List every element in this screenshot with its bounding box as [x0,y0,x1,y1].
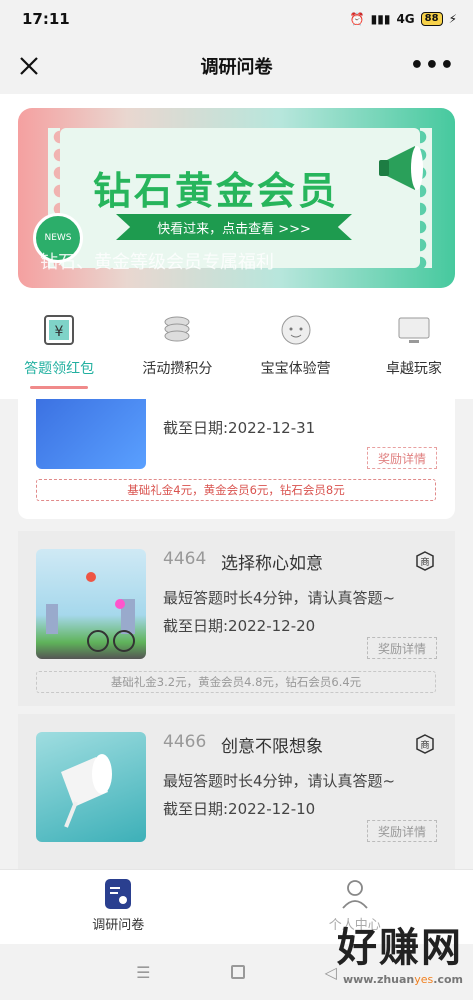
reward-detail-button[interactable]: 奖励详情 [367,637,437,659]
watermark-url: www.zhuanyes.com [342,973,463,986]
survey-card[interactable]: 截至日期:2022-12-31 奖励详情 基础礼金4元，黄金会员6元，钻石会员8… [18,399,455,519]
tab-label: 卓越玩家 [385,361,442,377]
survey-id: 4466 [163,732,207,752]
banner-ribbon: 快看过来，点击查看 >>> [116,214,352,240]
signal-icon: ▮▮▮ [370,12,391,26]
status-time: 17:11 [22,10,70,28]
tab-label: 活动攒积分 [142,361,213,377]
coins-icon [164,316,190,342]
tab-label: 答题领红包 [24,361,95,377]
banner-subtitle: 钻石、黄金等级会员专属福利 [40,252,274,273]
back-icon[interactable]: ◁ [325,963,337,982]
tab-baby-camp[interactable]: 宝宝体验营 [237,304,355,392]
banner-title: 钻石黄金会员 [93,169,340,213]
survey-deadline: 截至日期:2022-12-31 [163,419,316,437]
tab-activity-points[interactable]: 活动攒积分 [118,304,236,392]
home-icon[interactable] [230,965,245,979]
bottom-nav-label: 调研问卷 [92,918,145,933]
reward-detail-button[interactable]: 奖励详情 [367,447,437,469]
survey-card[interactable]: 4464 选择称心如意 商 最短答题时长4分钟，请认真答题~ 截至日期:2022… [18,531,455,706]
survey-thumbnail [36,732,146,842]
merchant-badge-icon: 商 [416,734,434,754]
network-type: 4G [396,12,415,26]
status-bar: 17:11 ⏰ ▮▮▮ 4G 88 ⚡ [0,0,473,38]
svg-text:商: 商 [420,556,429,568]
svg-text:商: 商 [420,739,429,751]
tab-indicator [30,386,89,389]
survey-title: 选择称心如意 [221,554,323,574]
baby-face-icon [281,315,311,345]
survey-id: 4464 [163,549,207,569]
merchant-badge-icon: 商 [416,551,434,571]
more-options-icon[interactable]: ••• [410,51,455,81]
tab-elite-player[interactable]: 卓越玩家 [355,304,473,392]
survey-thumbnail [36,399,146,469]
survey-deadline: 截至日期:2022-12-10 [163,800,316,818]
status-icons: ⏰ ▮▮▮ 4G 88 ⚡ [350,12,457,26]
watermark: 好赚网 www.zhuanyes.com [337,915,463,986]
megaphone-icon [379,146,423,190]
bottom-nav-survey[interactable]: 调研问卷 [0,870,237,944]
survey-icon [105,879,132,909]
survey-description: 最短答题时长4分钟，请认真答题~ [163,589,396,607]
survey-card[interactable]: 4466 创意不限想象 商 最短答题时长4分钟，请认真答题~ 截至日期:2022… [18,714,455,869]
survey-bonus: 基础礼金4元，黄金会员6元，钻石会员8元 [36,479,436,501]
nav-bar: 调研问卷 ••• [0,38,473,94]
menu-icon[interactable]: ☰ [136,963,150,982]
survey-description: 最短答题时长4分钟，请认真答题~ [163,772,396,790]
page-title: 调研问卷 [200,57,273,78]
svg-text:¥: ¥ [55,324,64,340]
wallet-icon: ¥ [44,315,75,345]
reward-detail-button[interactable]: 奖励详情 [367,820,437,842]
tab-label: 宝宝体验营 [260,361,331,377]
survey-title: 创意不限想象 [221,737,323,757]
close-icon[interactable] [14,51,44,81]
user-icon [342,880,368,909]
survey-list[interactable]: 截至日期:2022-12-31 奖励详情 基础礼金4元，黄金会员6元，钻石会员8… [0,399,473,869]
cyclist-illustration [46,572,135,652]
lamp-illustration [61,754,112,828]
charging-icon: ⚡ [448,12,457,26]
survey-thumbnail [36,549,146,659]
promo-banner[interactable]: 钻石黄金会员 快看过来，点击查看 >>> NEWS 钻石、黄金等级会员专属福利 [18,108,455,288]
alarm-icon: ⏰ [349,12,365,26]
category-tabs: ¥ 答题领红包 活动攒积分 宝宝体验营 卓越玩家 [0,304,473,392]
monitor-icon [398,317,430,343]
watermark-logo: 好赚网 [337,925,463,971]
main-content: 钻石黄金会员 快看过来，点击查看 >>> NEWS 钻石、黄金等级会员专属福利 … [0,94,473,869]
battery-icon: 88 [420,12,443,26]
tab-answer-red-packet[interactable]: ¥ 答题领红包 [0,304,118,392]
survey-bonus: 基础礼金3.2元，黄金会员4.8元，钻石会员6.4元 [36,671,436,693]
survey-deadline: 截至日期:2022-12-20 [163,617,316,635]
